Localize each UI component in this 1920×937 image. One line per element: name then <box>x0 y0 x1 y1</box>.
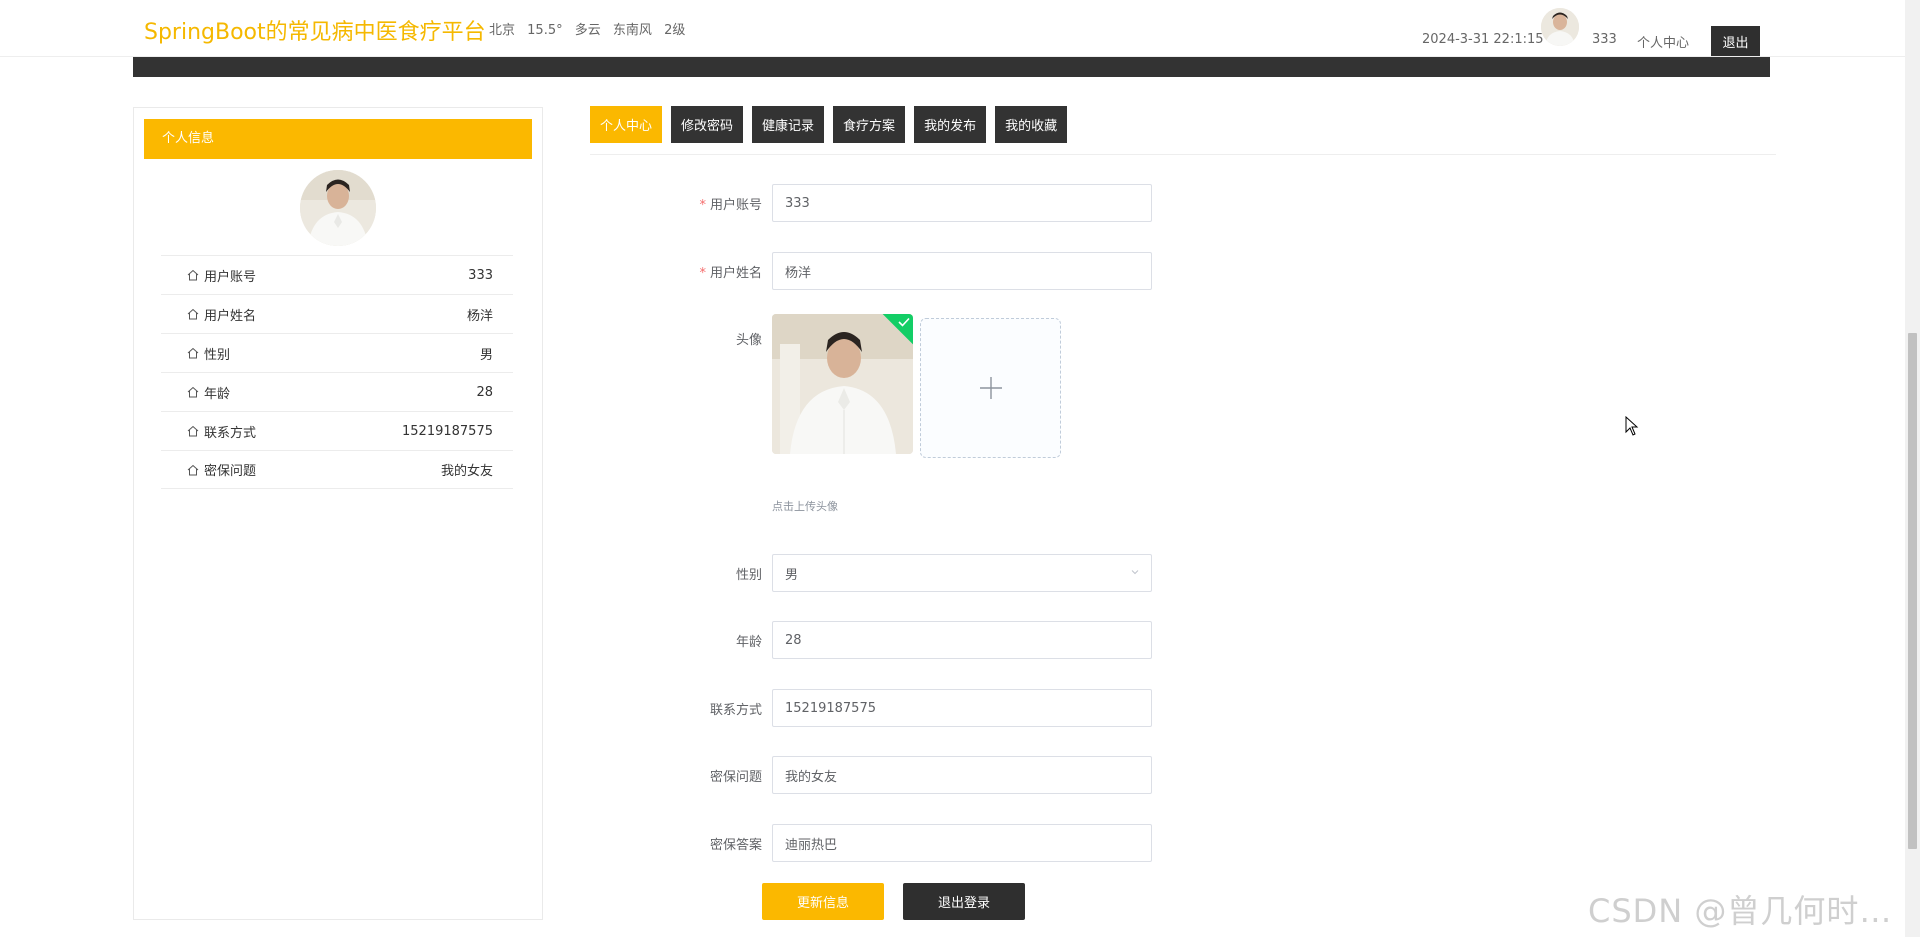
phone-field[interactable]: 15219187575 <box>772 689 1152 727</box>
avatar-preview[interactable] <box>772 314 913 454</box>
security-question-field[interactable]: 我的女友 <box>772 756 1152 794</box>
weather-city: 北京 <box>489 23 516 38</box>
info-label: 用户账号 <box>204 269 257 285</box>
watermark: CSDN @曾几何时… <box>1588 892 1893 930</box>
info-label: 用户姓名 <box>204 308 257 324</box>
home-icon <box>187 347 199 359</box>
avatar-label: 头像 <box>735 333 762 348</box>
profile-tabs: 个人中心 修改密码 健康记录 食疗方案 我的发布 我的收藏 <box>590 106 1068 143</box>
home-icon <box>187 308 199 320</box>
profile-info-list: 用户账号 333 用户姓名 杨洋 性别 男 年龄 28 联系方式 1521918… <box>161 255 513 489</box>
info-value: 杨洋 <box>466 308 493 324</box>
header-logout-button[interactable]: 退出 <box>1711 26 1760 56</box>
sidebar-title: 个人信息 <box>144 119 532 159</box>
name-label: * 用户姓名 <box>699 266 762 281</box>
dark-banner-strip <box>133 57 1770 77</box>
tab-my-favorites[interactable]: 我的收藏 <box>995 106 1068 143</box>
info-label: 年龄 <box>204 386 231 402</box>
site-title[interactable]: SpringBoot的常见病中医食疗平台 <box>144 14 486 46</box>
top-header: SpringBoot的常见病中医食疗平台 北京 15.5° 多云 东南风 2级 … <box>0 0 1905 57</box>
list-item: 年龄 28 <box>161 372 513 411</box>
info-label: 性别 <box>204 347 231 363</box>
info-label: 密保问题 <box>204 464 257 479</box>
account-field[interactable]: 333 <box>772 184 1152 222</box>
info-label: 联系方式 <box>204 425 257 441</box>
weather-wind: 东南风 <box>612 23 652 38</box>
security-answer-field[interactable]: 迪丽热巴 <box>772 824 1152 862</box>
gender-label: 性别 <box>735 568 762 583</box>
avatar <box>300 170 376 246</box>
mouse-cursor-icon <box>1625 416 1639 436</box>
tab-my-posts[interactable]: 我的发布 <box>914 106 987 143</box>
list-item: 用户账号 333 <box>161 255 513 294</box>
gender-selected-value: 男 <box>785 567 799 583</box>
header-username: 333 <box>1592 32 1617 47</box>
chevron-down-icon <box>1131 570 1139 575</box>
home-icon <box>187 269 199 281</box>
info-value: 28 <box>476 384 493 400</box>
upload-hint: 点击上传头像 <box>772 500 838 513</box>
profile-sidebar: 个人信息 用户账号 333 用户姓名 杨洋 性别 男 年龄 28 联系方式 15… <box>133 107 543 920</box>
list-item: 密保问题 我的女友 <box>161 450 513 489</box>
weather-level: 2级 <box>664 23 686 38</box>
info-value: 我的女友 <box>440 464 493 479</box>
weather-temp: 15.5° <box>527 23 563 38</box>
list-item: 性别 男 <box>161 333 513 372</box>
tab-personal-center[interactable]: 个人中心 <box>590 106 663 143</box>
phone-label: 联系方式 <box>709 703 762 718</box>
check-icon <box>898 317 910 327</box>
current-datetime: 2024-3-31 22:1:15 <box>1422 32 1544 47</box>
age-label: 年龄 <box>735 635 762 650</box>
tabs-divider <box>590 154 1776 155</box>
security-question-label: 密保问题 <box>709 770 762 785</box>
home-icon <box>187 425 199 437</box>
info-value: 333 <box>468 267 493 283</box>
list-item: 联系方式 15219187575 <box>161 411 513 450</box>
weather-info: 北京 15.5° 多云 东南风 2级 <box>489 19 693 38</box>
gender-select[interactable]: 男 <box>772 554 1152 592</box>
account-label: * 用户账号 <box>699 198 762 213</box>
logout-button[interactable]: 退出登录 <box>903 883 1025 920</box>
weather-condition: 多云 <box>574 23 601 38</box>
scrollbar-thumb[interactable] <box>1908 333 1917 849</box>
avatar-upload-button[interactable] <box>920 318 1061 458</box>
age-field[interactable]: 28 <box>772 621 1152 659</box>
info-value: 男 <box>479 347 493 363</box>
info-value: 15219187575 <box>402 423 493 439</box>
update-info-button[interactable]: 更新信息 <box>762 883 884 920</box>
security-answer-label: 密保答案 <box>709 838 762 853</box>
plus-icon <box>979 377 1002 399</box>
tab-health-records[interactable]: 健康记录 <box>752 106 825 143</box>
avatar[interactable] <box>1541 8 1579 46</box>
tab-change-password[interactable]: 修改密码 <box>671 106 744 143</box>
home-icon <box>187 386 199 398</box>
home-icon <box>187 464 199 475</box>
page-scrollbar[interactable] <box>1905 0 1920 937</box>
page: SpringBoot的常见病中医食疗平台 北京 15.5° 多云 东南风 2级 … <box>0 0 1920 937</box>
list-item: 用户姓名 杨洋 <box>161 294 513 333</box>
personal-center-link[interactable]: 个人中心 <box>1637 32 1689 51</box>
name-field[interactable]: 杨洋 <box>772 252 1152 290</box>
tab-diet-plans[interactable]: 食疗方案 <box>833 106 906 143</box>
